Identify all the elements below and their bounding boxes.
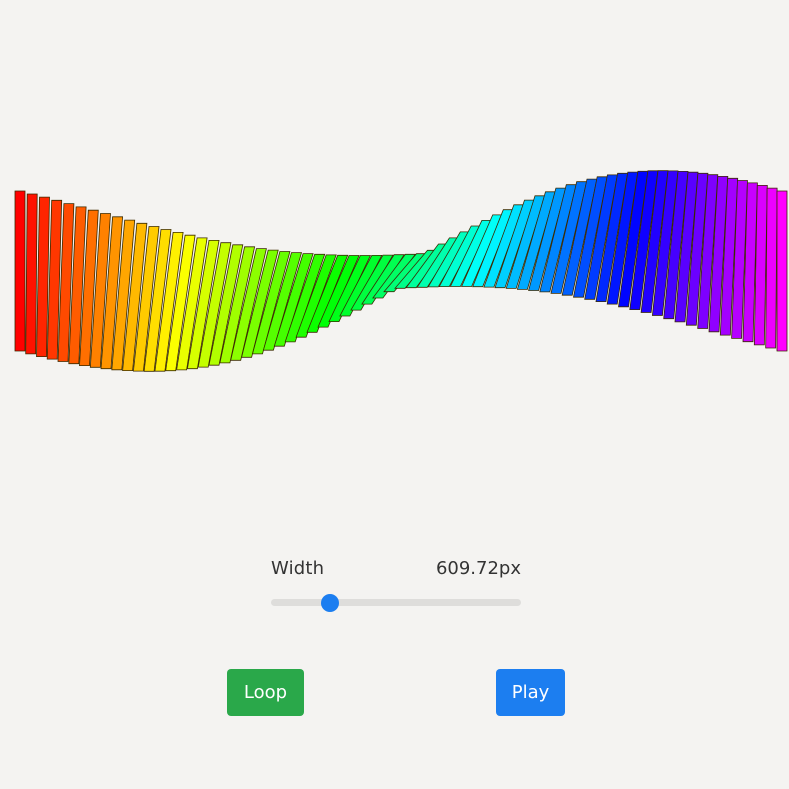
width-label: Width: [271, 558, 325, 579]
play-button[interactable]: Play: [496, 669, 565, 716]
width-value: 609.72px: [435, 558, 521, 579]
app-root: Width 609.72px Loop Play: [0, 0, 789, 789]
ribbon-slat: [14, 190, 26, 352]
ribbon-slat: [776, 190, 788, 352]
ribbon-slat: [25, 193, 38, 355]
twisted-ribbon-canvas: [14, 170, 788, 372]
loop-button[interactable]: Loop: [227, 669, 304, 716]
ribbon-slat: [765, 187, 778, 349]
width-control: Width 609.72px: [271, 556, 521, 616]
width-slider-track[interactable]: [271, 599, 521, 606]
width-slider-thumb[interactable]: [321, 594, 339, 612]
